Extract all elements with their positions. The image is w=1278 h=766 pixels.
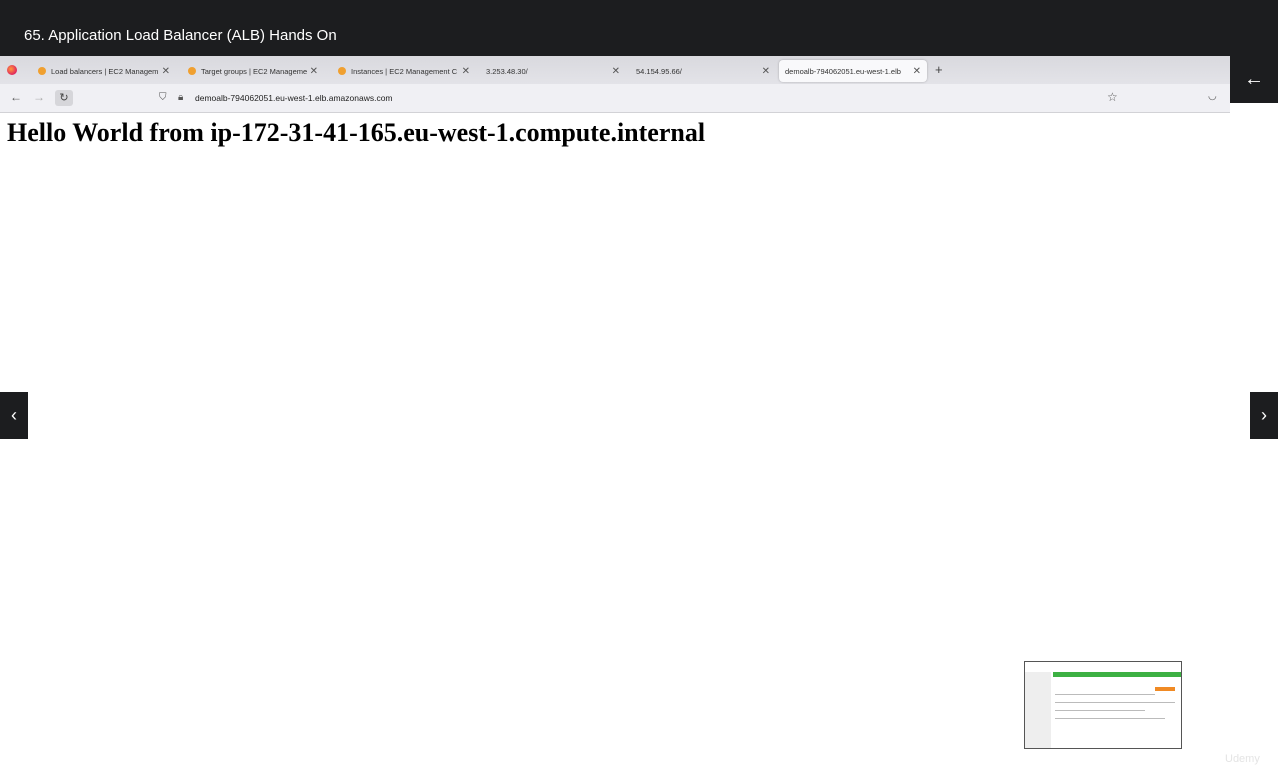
browser-tab[interactable]: Instances | EC2 Management C ✕ [332, 60, 476, 82]
shield-icon[interactable]: ⛉ [159, 92, 167, 103]
lecture-title: 65. Application Load Balancer (ALB) Hand… [24, 27, 337, 44]
close-tab-icon[interactable]: ✕ [913, 66, 921, 77]
thumbnail-line [1055, 702, 1175, 703]
tab-label: Instances | EC2 Management C [351, 66, 458, 76]
forward-icon[interactable]: → [33, 90, 45, 104]
thumbnail-line [1055, 694, 1155, 695]
browser-tab-active[interactable]: demoalb-794062051.eu-west-1.elb ✕ [779, 60, 927, 82]
close-tab-icon[interactable]: ✕ [462, 66, 470, 77]
close-tab-icon[interactable]: ✕ [310, 66, 318, 77]
thumbnail-line [1055, 718, 1165, 719]
back-icon[interactable]: ← [10, 90, 22, 104]
preview-thumbnail[interactable] [1024, 661, 1182, 749]
close-tab-icon[interactable]: ✕ [162, 66, 170, 77]
page-heading: Hello World from ip-172-31-41-165.eu-wes… [7, 118, 706, 147]
pocket-icon[interactable]: ◡ [1208, 91, 1217, 102]
tab-label: demoalb-794062051.eu-west-1.elb [785, 66, 901, 76]
aws-favicon-icon [188, 67, 196, 75]
browser-nav-bar: ← → ↻ ⛉ 🔒︎ demoalb-794062051.eu-west-1.e… [0, 84, 1230, 113]
course-header: 65. Application Load Balancer (ALB) Hand… [0, 0, 1278, 56]
browser-tab[interactable]: 54.154.95.66/ ✕ [630, 60, 776, 82]
browser-tab[interactable]: Load balancers | EC2 Managem ✕ [32, 60, 176, 82]
close-tab-icon[interactable]: ✕ [612, 66, 620, 77]
browser-tab[interactable]: Target groups | EC2 Manageme ✕ [182, 60, 324, 82]
thumbnail-line [1055, 710, 1145, 711]
previous-lecture-button[interactable]: ‹ [0, 392, 28, 439]
tab-label: Target groups | EC2 Manageme [201, 66, 307, 76]
video-player[interactable]: Load balancers | EC2 Managem ✕ Target gr… [0, 56, 1278, 766]
star-icon[interactable]: ☆ [1107, 90, 1118, 104]
aws-favicon-icon [338, 67, 346, 75]
tab-label: Load balancers | EC2 Managem [51, 66, 159, 76]
thumbnail-sidebar [1025, 672, 1051, 748]
browser-tab-strip: Load balancers | EC2 Managem ✕ Target gr… [0, 56, 1230, 84]
next-lecture-button[interactable]: › [1250, 392, 1278, 439]
reload-icon[interactable]: ↻ [55, 90, 73, 106]
udemy-watermark: Udemy [1225, 753, 1260, 765]
new-tab-button[interactable]: + [935, 62, 943, 77]
firefox-icon [7, 65, 17, 75]
tab-label: 3.253.48.30/ [486, 66, 528, 76]
address-bar[interactable]: demoalb-794062051.eu-west-1.elb.amazonaw… [195, 93, 393, 103]
thumbnail-header-bar [1053, 672, 1181, 677]
back-arrow-icon[interactable]: ← [1230, 56, 1278, 103]
aws-favicon-icon [38, 67, 46, 75]
lock-icon[interactable]: 🔒︎ [178, 92, 183, 103]
browser-tab[interactable]: 3.253.48.30/ ✕ [480, 60, 626, 82]
tab-label: 54.154.95.66/ [636, 66, 682, 76]
close-tab-icon[interactable]: ✕ [762, 66, 770, 77]
thumbnail-button [1155, 687, 1175, 691]
